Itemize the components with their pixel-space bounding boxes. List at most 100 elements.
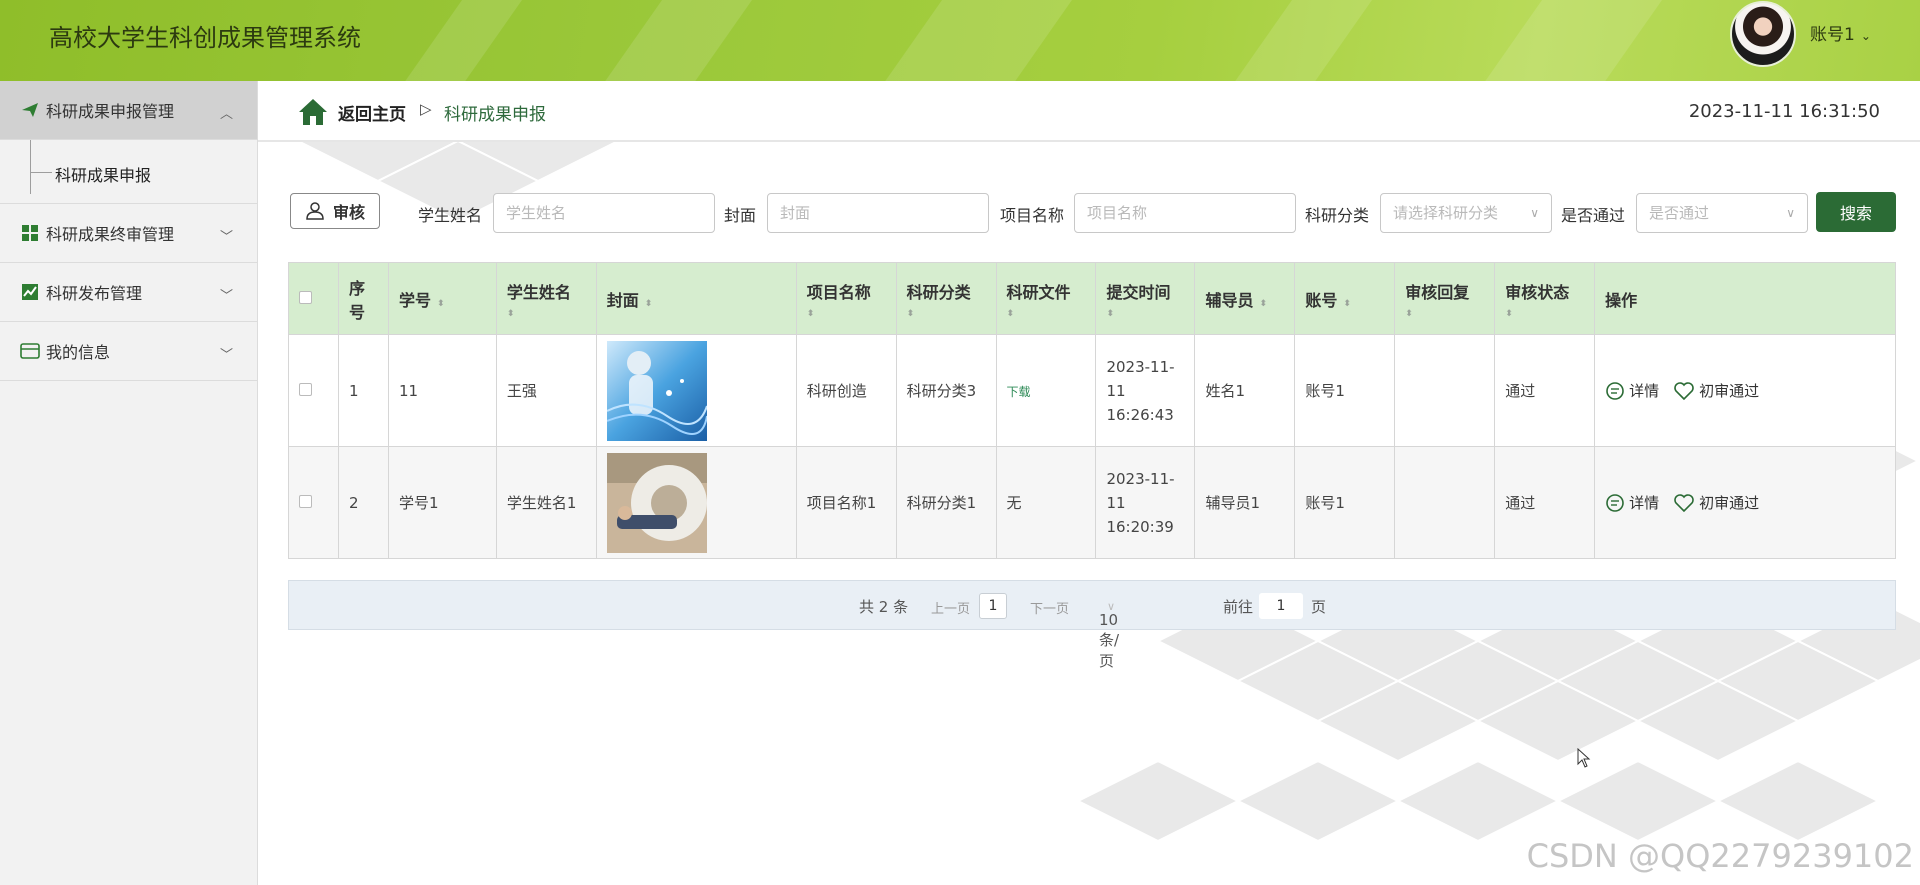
passed-select[interactable]: 是否通过 ∨ [1636,193,1808,233]
audit-button[interactable]: 审核 [290,193,380,229]
col-status[interactable]: 审核状态 ⬍ [1494,262,1596,335]
col-counselor[interactable]: 辅导员 ⬍ [1194,262,1296,335]
avatar[interactable] [1730,1,1796,67]
category-placeholder: 请选择科研分类 [1393,204,1499,222]
clock: 2023-11-11 16:31:50 [1688,101,1880,122]
pager-size-select[interactable]: 10条/页 ∨ [1099,596,1119,670]
home-icon[interactable] [298,98,328,126]
detail-button[interactable]: 详情 [1605,492,1659,513]
pagination: 共 2 条 上一页 1 下一页 10条/页 ∨ 前往 1 页 [288,580,1896,670]
category-select[interactable]: 请选择科研分类 ∨ [1380,193,1552,233]
cell-ops: 详情 初审通过 [1594,446,1896,559]
sidebar-item-my-info[interactable]: 我的信息 ﹀ [0,322,257,381]
col-reply[interactable]: 审核回复 ⬍ [1394,262,1496,335]
cell-reply [1394,334,1496,447]
account-menu[interactable]: 账号1 ⌄ [1810,20,1871,45]
select-all-cell [288,262,339,335]
breadcrumb-separator: ▷ [420,100,432,118]
col-cover[interactable]: 封面 ⬍ [595,262,797,335]
home-link[interactable]: 返回主页 [338,100,406,125]
sort-icon[interactable]: ⬍ [1007,309,1096,319]
cell-student-no: 11 [387,334,497,447]
sort-icon[interactable]: ⬍ [1405,309,1494,319]
col-file[interactable]: 科研文件 ⬍ [995,262,1097,335]
cell-student-name: 学生姓名1 [495,446,597,559]
sidebar-item-declaration[interactable]: 科研成果申报管理 ︿ [0,81,257,140]
sort-icon[interactable]: ⬍ [1343,299,1351,309]
cover-input[interactable] [767,193,989,233]
search-button[interactable]: 搜索 [1816,192,1896,232]
detail-button[interactable]: 详情 [1605,380,1659,401]
sort-icon[interactable]: ⬍ [807,309,896,319]
sort-icon[interactable]: ⬍ [507,309,596,319]
student-name-label: 学生姓名 [418,206,483,225]
sort-icon[interactable]: ⬍ [1505,309,1594,319]
table-row: 1 11 王强 科研创造 科研分类3 下载 2023-11-11 16:26:4… [288,334,1896,447]
cover-image[interactable] [606,452,707,553]
sidebar-item-publish[interactable]: 科研发布管理 ﹀ [0,263,257,322]
pager-current-page[interactable]: 1 [979,593,1007,619]
user-icon [306,202,324,220]
detail-label: 详情 [1629,382,1660,400]
project-input[interactable] [1074,193,1296,233]
sort-icon[interactable]: ⬍ [437,299,445,309]
first-pass-label: 初审通过 [1699,494,1760,512]
col-student-name[interactable]: 学生姓名 ⬍ [495,262,597,335]
pager-goto-input[interactable]: 1 [1259,593,1303,619]
student-name-input[interactable] [493,193,715,233]
row-checkbox[interactable] [299,494,312,508]
row-select-cell [288,334,339,447]
sort-icon[interactable]: ⬍ [907,309,996,319]
cell-category: 科研分类3 [895,334,997,447]
select-all-checkbox[interactable] [299,291,312,304]
pager-page-unit: 页 [1311,598,1327,616]
mouse-cursor-icon [1577,748,1591,768]
col-account-label: 账号 [1305,290,1338,310]
cell-submit-time: 2023-11-11 16:26:43 [1095,334,1196,447]
category-label: 科研分类 [1305,206,1370,225]
sort-icon[interactable]: ⬍ [645,299,653,309]
col-submit-time[interactable]: 提交时间 ⬍ [1095,262,1196,335]
sort-icon[interactable]: ⬍ [1106,309,1194,319]
col-ops: 操作 [1594,262,1896,335]
cell-ops: 详情 初审通过 [1594,334,1896,447]
col-project-label: 项目名称 [806,282,871,302]
audit-label: 审核 [332,203,365,222]
cell-project: 科研创造 [795,334,897,447]
first-pass-button[interactable]: 初审通过 [1673,380,1759,401]
cell-counselor: 辅导员1 [1194,446,1296,559]
app-header: 高校大学生科创成果管理系统 账号1 ⌄ [0,0,1920,81]
col-ops-label: 操作 [1605,290,1638,310]
chevron-down-icon: ∨ [1530,206,1539,220]
first-pass-button[interactable]: 初审通过 [1673,492,1759,513]
col-project[interactable]: 项目名称 ⬍ [795,262,897,335]
watermark: CSDN @QQ2279239102 [1526,837,1914,875]
row-select-cell [288,446,339,559]
cell-reply [1394,446,1496,559]
pager-prev[interactable]: 上一页 [931,598,970,617]
cell-cover [595,334,797,447]
chevron-down-icon: ∨ [1786,206,1795,220]
card-icon [20,342,40,360]
account-name: 账号1 [1810,25,1855,45]
download-link[interactable]: 下载 [1007,385,1031,399]
col-account[interactable]: 账号 ⬍ [1294,262,1396,335]
data-table: 序号 学号 ⬍ 学生姓名 ⬍ 封面 ⬍ 项目名称 ⬍ 科研分类 ⬍ 科研文件 ⬍ 提交时间 ⬍… [288,262,1896,559]
sort-icon[interactable]: ⬍ [1259,299,1267,309]
cell-idx: 2 [337,446,389,559]
row-checkbox[interactable] [299,382,312,396]
col-student-no-label: 学号 [398,290,431,310]
sidebar-item-final-review[interactable]: 科研成果终审管理 ﹀ [0,204,257,263]
cover-image[interactable] [606,340,707,441]
col-category[interactable]: 科研分类 ⬍ [895,262,997,335]
col-idx: 序号 [337,262,389,335]
grid-icon [20,224,40,242]
sidebar-subitem-declaration[interactable]: 科研成果申报 [0,140,257,204]
col-status-label: 审核状态 [1505,282,1570,302]
col-file-label: 科研文件 [1006,282,1071,302]
sidebar-item-label: 科研成果申报管理 [46,102,175,121]
detail-label: 详情 [1629,494,1660,512]
pager-next[interactable]: 下一页 [1030,598,1069,617]
cell-file: 无 [995,446,1097,559]
col-student-no[interactable]: 学号 ⬍ [387,262,497,335]
